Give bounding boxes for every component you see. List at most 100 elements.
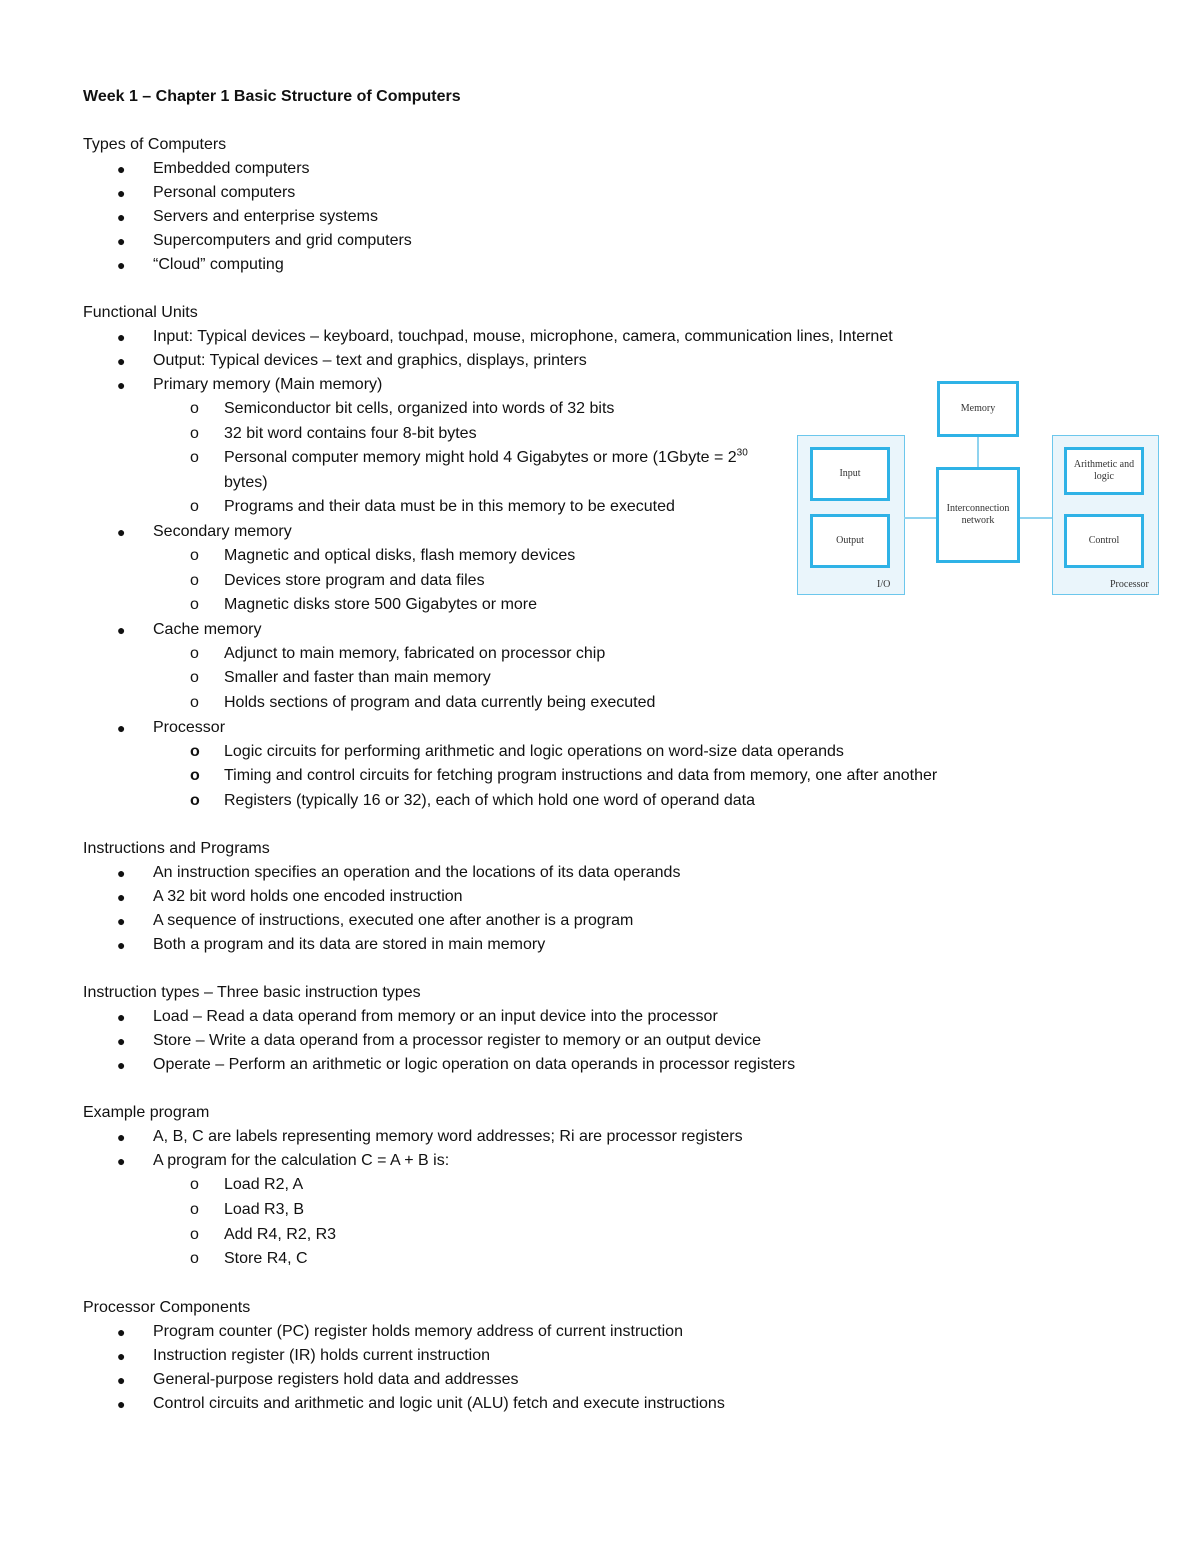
sub-item-text: Semiconductor bit cells, organized into … (224, 400, 615, 417)
list-item-text: Supercomputers and grid computers (153, 232, 412, 249)
sub-item-text: Logic circuits for performing arithmetic… (224, 742, 844, 760)
sub-list-item: o Add R4, R2, R3 (83, 1223, 1163, 1248)
section: Processor Components ● Program counter (PC… (83, 1296, 1163, 1416)
list-item-text: An instruction specifies an operation an… (153, 864, 681, 882)
section-heading: Example program (83, 1104, 210, 1122)
bullet-icon: ● (117, 1395, 126, 1412)
superscript: 30 (736, 447, 748, 459)
document-title: Week 1 – Chapter 1 Basic Structure of Co… (83, 88, 461, 105)
list-item: ● Operate – Perform an arithmetic or logi… (83, 1053, 1163, 1077)
sub-list-item: o Logic circuits for performing arithmeti… (83, 740, 1163, 765)
list-item: ● General-purpose registers hold data and… (83, 1368, 1163, 1392)
bullet-icon: ● (117, 913, 126, 930)
list-item: ● Load – Read a data operand from memory … (83, 1005, 1163, 1029)
circle-bullet-icon: o (190, 1200, 199, 1218)
computer-structure-diagram: I/O Input Output Processor Arithmetic an… (797, 381, 1159, 596)
bullet-icon: ● (117, 257, 126, 273)
section: Example program ● A, B, C are labels repre… (83, 1101, 1163, 1271)
control-box: Control (1064, 514, 1144, 568)
list-item-text: Load – Read a data operand from memory o… (153, 1008, 718, 1026)
list-item-text: A, B, C are labels representing memory w… (153, 1128, 743, 1146)
sub-item-text: Load R2, A (224, 1176, 304, 1194)
list-item-text: Personal computers (153, 184, 296, 201)
section: Types of Computers ● Embedded computers ● Pe… (83, 133, 1163, 277)
bullet-icon: ● (117, 161, 126, 177)
sub-item-text: Timing and control circuits for fetching… (224, 767, 938, 785)
memory-box: Memory (937, 381, 1019, 437)
list-item: ● Supercomputers and grid computers (83, 229, 1163, 253)
list-item: ● Output: Typical devices – text and grap… (83, 349, 1163, 373)
bullet-icon: ● (117, 1129, 126, 1146)
list-item: ● A 32 bit word holds one encoded instruc… (83, 885, 1163, 909)
bullet-list: ● A, B, C are labels representing memory … (83, 1125, 1163, 1271)
processor-label: Processor (1110, 579, 1149, 590)
alu-box: Arithmetic and logic (1064, 447, 1144, 495)
bullet-icon: ● (117, 329, 126, 345)
list-item-text: A program for the calculation C = A + B … (153, 1152, 450, 1170)
list-item-text: Operate – Perform an arithmetic or logic… (153, 1056, 796, 1074)
sub-list: o Adjunct to main memory, fabricated on p… (153, 642, 1163, 716)
circle-bullet-icon: o (190, 498, 199, 516)
sub-item-text: Magnetic and optical disks, flash memory… (224, 546, 576, 564)
list-item-text: Store – Write a data operand from a proc… (153, 1032, 761, 1050)
circle-bullet-icon: o (190, 546, 199, 564)
list-item-text: Servers and enterprise systems (153, 208, 378, 225)
interconnect-box: Interconnection network (936, 467, 1020, 563)
sub-list-item: o Programs and their data must be in this… (83, 495, 784, 520)
sub-list: o Load R2, A o Load R3, B o Add R4, R2, R3 o St… (153, 1173, 1163, 1271)
sub-list-item: o Registers (typically 16 or 32), each of… (83, 789, 1163, 814)
bullet-icon: ● (117, 233, 126, 249)
sub-item-text: Personal computer memory might hold 4 Gi… (224, 449, 737, 467)
section-heading: Instructions and Programs (83, 840, 270, 858)
bullet-icon: ● (117, 185, 126, 201)
list-item: ● Embedded computers (83, 157, 1163, 181)
sub-item-text: Adjunct to main memory, fabricated on pr… (224, 644, 606, 662)
list-item-text: Embedded computers (153, 160, 310, 177)
bullet-icon: ● (117, 1347, 126, 1364)
io-label: I/O (877, 579, 891, 590)
circle-bullet-icon: o (190, 571, 199, 589)
bullet-icon: ● (117, 621, 126, 638)
sub-item-text: 32 bit word contains four 8-bit bytes (224, 424, 477, 442)
sub-list-item: o Adjunct to main memory, fabricated on p… (83, 642, 1163, 667)
list-item-text: A 32 bit word holds one encoded instruct… (153, 888, 463, 906)
bullet-icon: ● (117, 719, 126, 736)
sub-list: o Logic circuits for performing arithmeti… (153, 740, 1163, 814)
sub-item-text: Store R4, C (224, 1250, 308, 1268)
bullet-icon: ● (117, 523, 126, 540)
sub-item-text: Registers (typically 16 or 32), each of … (224, 791, 755, 809)
sub-list-item: o Holds sections of program and data curr… (83, 691, 1163, 716)
input-box: Input (810, 447, 890, 501)
bullet-icon: ● (117, 889, 126, 906)
list-item-text: Input: Typical devices – keyboard, touch… (153, 328, 893, 345)
circle-bullet-icon: o (190, 449, 199, 467)
output-box: Output (810, 514, 890, 568)
list-item: ● Cache memory o Adjunct to main memory, fa… (83, 618, 1163, 716)
bullet-icon: ● (117, 1033, 126, 1050)
sub-list-item: o Semiconductor bit cells, organized into… (83, 397, 784, 422)
section-heading: Functional Units (83, 304, 198, 321)
circle-bullet-icon: o (190, 693, 199, 711)
circle-bullet-icon: o (190, 1250, 199, 1268)
bullet-icon: ● (117, 937, 126, 954)
bullet-icon: ● (117, 209, 126, 225)
circle-bullet-icon: o (190, 742, 200, 760)
list-item: ● Control circuits and arithmetic and log… (83, 1392, 1163, 1416)
bullet-icon: ● (117, 353, 126, 369)
list-item: ● Processor o Logic circuits for performing… (83, 716, 1163, 814)
sub-list-item: o Personal computer memory might hold 4 G… (83, 446, 784, 495)
list-item: ● A, B, C are labels representing memory … (83, 1125, 1163, 1149)
sub-list-item: o Load R3, B (83, 1198, 1163, 1223)
sub-item-text: Add R4, R2, R3 (224, 1225, 337, 1243)
connector-line (1018, 517, 1052, 519)
list-item-text: Program counter (PC) register holds memo… (153, 1322, 683, 1340)
list-item-text: “Cloud” computing (153, 256, 284, 273)
sub-list-item: o Store R4, C (83, 1247, 1163, 1272)
bullet-icon: ● (117, 1153, 126, 1170)
list-item-text: Primary memory (Main memory) (153, 376, 383, 393)
bullet-icon: ● (117, 1057, 126, 1074)
circle-bullet-icon: o (190, 424, 199, 442)
section-heading: Types of Computers (83, 136, 227, 153)
list-item: ● Program counter (PC) register holds mem… (83, 1320, 1163, 1344)
sub-item-text-tail: bytes) (224, 473, 268, 491)
